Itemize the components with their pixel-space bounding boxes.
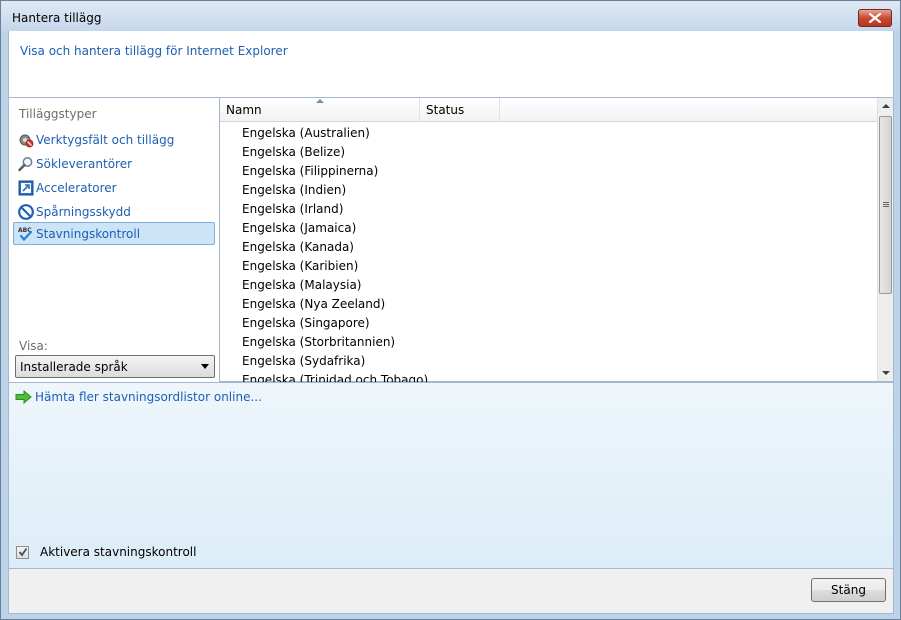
list-item-name: Engelska (Australien): [242, 125, 370, 140]
window-close-button[interactable]: [858, 9, 892, 27]
get-more-dictionaries-link[interactable]: Hämta fler stavningsordlistor online...: [15, 390, 262, 404]
enable-spellcheck-checkbox[interactable]: Aktivera stavningskontroll: [16, 545, 196, 559]
list-scrollbar[interactable]: [877, 98, 893, 381]
show-dropdown-value: Installerade språk: [20, 359, 128, 374]
addon-list-panel: Namn Status Engelska (Australien) Engels…: [219, 97, 894, 382]
gear-icon: [17, 131, 34, 148]
list-item[interactable]: Engelska (Karibien): [242, 256, 358, 275]
list-item[interactable]: Engelska (Kanada): [242, 237, 354, 256]
green-arrow-icon: [15, 390, 32, 404]
no-entry-icon: [17, 203, 34, 220]
checkmark-icon: [18, 547, 27, 557]
footer: Stäng: [8, 568, 894, 614]
list-item-name: Engelska (Belize): [242, 144, 346, 159]
column-header-status[interactable]: Status: [420, 98, 500, 122]
list-item-name: Engelska (Kanada): [242, 239, 354, 254]
magnifier-icon: [17, 155, 34, 172]
list-item[interactable]: Engelska (Irland): [242, 199, 343, 218]
sort-ascending-icon: [316, 99, 324, 103]
list-item-name: Engelska (Storbritannien): [242, 334, 396, 349]
close-icon: [869, 13, 881, 23]
list-item-name: Engelska (Filippinerna): [242, 163, 379, 178]
list-item-name: Engelska (Trinidad och Tobago): [242, 372, 429, 383]
list-item[interactable]: Engelska (Filippinerna): [242, 161, 378, 180]
type-item-tracking-protection[interactable]: Spårningsskydd: [13, 200, 215, 223]
list-item-name: Engelska (Indien): [242, 182, 347, 197]
type-item-accelerators[interactable]: Acceleratorer: [13, 176, 215, 199]
list-item-name: Engelska (Karibien): [242, 258, 359, 273]
list-item-name: Engelska (Jamaica): [242, 220, 357, 235]
enable-spellcheck-label: Aktivera stavningskontroll: [40, 545, 197, 559]
addon-types-heading: Tilläggstyper: [19, 107, 97, 121]
header-panel: Visa och hantera tillägg för Internet Ex…: [8, 31, 894, 97]
column-header-label: Namn: [226, 103, 262, 117]
show-dropdown[interactable]: Installerade språk: [15, 355, 215, 378]
type-item-spellcheck[interactable]: ABC Stavningskontroll: [13, 222, 215, 245]
list-item-name: Engelska (Irland): [242, 201, 344, 216]
list-item[interactable]: Engelska (Singapore): [242, 313, 370, 332]
scrollbar-thumb[interactable]: [879, 116, 892, 294]
list-item-name: Engelska (Malaysia): [242, 277, 362, 292]
list-item-name: Engelska (Sydafrika): [242, 353, 366, 368]
list-header: Namn Status: [220, 98, 878, 122]
list-item-name: Engelska (Nya Zeeland): [242, 296, 386, 311]
list-item[interactable]: Engelska (Malaysia): [242, 275, 361, 294]
type-item-label: Spårningsskydd: [36, 204, 131, 219]
column-header-label: Status: [426, 103, 465, 117]
close-button[interactable]: Stäng: [811, 578, 886, 602]
type-item-label: Stavningskontroll: [36, 226, 141, 241]
spellcheck-icon: ABC: [17, 225, 34, 242]
scroll-up-icon[interactable]: [882, 104, 890, 108]
list-item[interactable]: Engelska (Australien): [242, 123, 370, 142]
title-bar[interactable]: Hantera tillägg: [1, 1, 900, 31]
details-panel: Hämta fler stavningsordlistor online... …: [8, 382, 894, 568]
type-item-label: Verktygsfält och tillägg: [36, 132, 175, 147]
list-item[interactable]: Engelska (Nya Zeeland): [242, 294, 385, 313]
addon-list: Engelska (Australien) Engelska (Belize) …: [220, 123, 878, 383]
type-item-label: Acceleratorer: [36, 180, 117, 195]
type-item-toolbars[interactable]: Verktygsfält och tillägg: [13, 128, 215, 151]
list-item[interactable]: Engelska (Indien): [242, 180, 346, 199]
header-description: Visa och hantera tillägg för Internet Ex…: [20, 44, 288, 58]
addon-types-panel: Tilläggstyper Verktygsfält och tillägg S…: [8, 97, 220, 382]
list-item[interactable]: Engelska (Belize): [242, 142, 345, 161]
list-item[interactable]: Engelska (Jamaica): [242, 218, 356, 237]
type-item-label: Sökleverantörer: [36, 156, 133, 171]
manage-addons-window: Hantera tillägg Visa och hantera tillägg…: [0, 0, 901, 620]
list-item[interactable]: Engelska (Trinidad och Tobago): [242, 370, 429, 383]
list-item-name: Engelska (Singapore): [242, 315, 370, 330]
chevron-down-icon: [201, 364, 209, 369]
show-label: Visa:: [19, 339, 48, 353]
list-item[interactable]: Engelska (Sydafrika): [242, 351, 365, 370]
list-item[interactable]: Engelska (Storbritannien): [242, 332, 395, 351]
accelerator-icon: [17, 179, 34, 196]
type-item-search-providers[interactable]: Sökleverantörer: [13, 152, 215, 175]
scroll-down-icon[interactable]: [882, 371, 890, 375]
column-header-name[interactable]: Namn: [220, 98, 420, 122]
grip-icon: [883, 202, 889, 207]
window-title: Hantera tillägg: [12, 11, 102, 25]
checkbox-box[interactable]: [16, 545, 29, 559]
get-more-dictionaries-label: Hämta fler stavningsordlistor online...: [35, 390, 262, 404]
